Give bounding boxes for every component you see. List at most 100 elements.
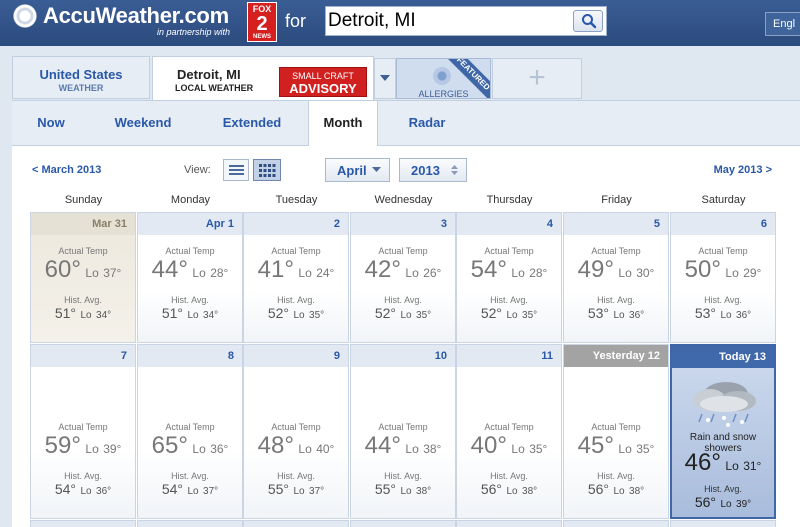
day-date: Today 13 [672, 346, 774, 368]
actual-temp-label: Actual Temp [58, 422, 108, 432]
historical-avg: 52° Lo 35° [244, 305, 348, 323]
avg-high-temp: 51° [161, 305, 183, 321]
low-label: Lo [293, 486, 305, 497]
weekday-header-row: Sunday Monday Tuesday Wednesday Thursday… [30, 194, 795, 212]
weekday-label: Sunday [64, 194, 103, 206]
tab-radar[interactable]: Radar [392, 101, 462, 145]
calendar-day-cell[interactable]: Today 13 Rain and snow showers 46° Lo 31° H… [670, 344, 776, 519]
calendar-day-cell[interactable]: 10 Actual Temp 44° Lo 38° Hist. Avg. 55° Lo … [350, 344, 456, 519]
avg-low-temp: 35° [309, 310, 325, 321]
us-title: United States [39, 67, 123, 82]
avg-high-temp: 52° [480, 305, 502, 321]
calendar-day-cell[interactable]: 19 [563, 520, 669, 527]
day-date: 11 [457, 345, 561, 367]
actual-temp: 45° Lo 35° [564, 432, 668, 460]
low-temp: 28° [529, 266, 548, 280]
allergies-tab[interactable]: ALLERGIES FEATURED [396, 58, 491, 99]
calendar-day-cell[interactable]: Mar 31 Actual Temp 60° Lo 37° Hist. Avg. 51°… [30, 212, 136, 343]
weekday-label: Saturday [701, 194, 746, 206]
calendar-day-cell[interactable]: Yesterday 12 Actual Temp 45° Lo 35° Hist. A… [563, 344, 669, 519]
tab-month[interactable]: Month [308, 100, 378, 146]
city-title: Detroit, MI [177, 67, 241, 82]
hist-avg-label: Hist. Avg. [171, 295, 209, 305]
actual-temp-label: Actual Temp [165, 246, 215, 256]
month-select[interactable]: April [325, 158, 390, 182]
year-select[interactable]: 2013 [399, 158, 467, 182]
allergies-label: ALLERGIES [418, 89, 469, 99]
low-label: Lo [613, 486, 625, 497]
tab-united-states[interactable]: United States WEATHER [12, 56, 150, 99]
historical-avg: 55° Lo 37° [244, 481, 348, 499]
search-box [325, 6, 607, 36]
tab-now[interactable]: Now [12, 101, 90, 145]
grid-view-button[interactable] [253, 159, 281, 181]
fox2-logo[interactable]: FOX 2 NEWS [247, 2, 277, 42]
calendar-day-cell[interactable]: 4 Actual Temp 54° Lo 28° Hist. Avg. 52° Lo 3… [456, 212, 562, 343]
actual-temp: 40° Lo 35° [457, 432, 561, 460]
calendar-day-cell[interactable]: Apr 1 Actual Temp 44° Lo 28° Hist. Avg. 51° … [137, 212, 243, 343]
calendar-day-cell[interactable]: 18 [456, 520, 562, 527]
day-date: 6 [671, 213, 775, 235]
calendar-day-cell[interactable]: 11 Actual Temp 40° Lo 35° Hist. Avg. 56° Lo … [456, 344, 562, 519]
calendar-day-cell[interactable]: 8 Actual Temp 65° Lo 36° Hist. Avg. 54° Lo 3… [137, 344, 243, 519]
actual-temp: 60° Lo 37° [31, 256, 135, 284]
calendar-day-cell[interactable]: 2 Actual Temp 41° Lo 24° Hist. Avg. 52° Lo 3… [243, 212, 349, 343]
actual-temp: 59° Lo 39° [31, 432, 135, 460]
small-craft-advisory-badge[interactable]: SMALL CRAFT ADVISORY [279, 67, 367, 97]
actual-temp: 44° Lo 38° [351, 432, 455, 460]
day-date: 9 [244, 345, 348, 367]
language-selector[interactable]: Engl [765, 12, 800, 36]
actual-temp: 65° Lo 36° [138, 432, 242, 460]
low-label: Lo [293, 310, 305, 321]
location-dropdown-button[interactable] [374, 58, 396, 99]
tab-weekend[interactable]: Weekend [94, 101, 192, 145]
day-date: Apr 1 [138, 213, 242, 235]
hist-avg-label: Hist. Avg. [64, 471, 102, 481]
avg-low-temp: 38° [416, 486, 432, 497]
day-date: 7 [31, 345, 135, 367]
low-label: Lo [298, 442, 312, 456]
hist-avg-label: Hist. Avg. [704, 295, 742, 305]
actual-temp-label: Actual Temp [484, 422, 534, 432]
logo-text: AccuWeather.com [43, 3, 229, 28]
fox-number: 2 [256, 13, 268, 35]
avg-low-temp: 38° [629, 486, 645, 497]
next-month-link[interactable]: May 2013 > [714, 164, 772, 176]
day-date: 8 [138, 345, 242, 367]
calendar-day-cell[interactable]: 17 [350, 520, 456, 527]
search-button[interactable] [573, 10, 603, 32]
avg-low-temp: 36° [629, 310, 645, 321]
day-date: 20 [671, 521, 775, 527]
historical-avg: 54° Lo 37° [138, 481, 242, 499]
accuweather-logo[interactable]: AccuWeather.com [12, 3, 229, 29]
calendar-day-cell[interactable]: 14 [30, 520, 136, 527]
low-label: Lo [618, 442, 632, 456]
calendar-day-cell[interactable]: 16 [243, 520, 349, 527]
advisory-top: SMALL CRAFT [292, 71, 354, 81]
calendar-day-cell[interactable]: 3 Actual Temp 42° Lo 26° Hist. Avg. 52° Lo 3… [350, 212, 456, 343]
calendar-day-cell[interactable]: 5 Actual Temp 49° Lo 30° Hist. Avg. 53° Lo 3… [563, 212, 669, 343]
tab-detroit[interactable]: Detroit, MI LOCAL WEATHER SMALL CRAFT AD… [152, 56, 374, 100]
avg-high-temp: 53° [694, 305, 716, 321]
day-date: 16 [244, 521, 348, 527]
tab-extended[interactable]: Extended [202, 101, 302, 145]
day-date: 2 [244, 213, 348, 235]
add-location-button[interactable]: + [492, 58, 582, 99]
actual-temp-label: Actual Temp [378, 422, 428, 432]
historical-avg: 54° Lo 36° [31, 481, 135, 499]
previous-month-link[interactable]: < March 2013 [32, 164, 101, 176]
calendar-day-cell[interactable]: 6 Actual Temp 50° Lo 29° Hist. Avg. 53° Lo 3… [670, 212, 776, 343]
low-label: Lo [511, 266, 525, 280]
location-search-input[interactable] [328, 8, 568, 34]
list-view-button[interactable] [223, 159, 249, 181]
calendar-day-cell[interactable]: 20 [670, 520, 776, 527]
high-temp: 49° [577, 256, 614, 283]
low-temp: 28° [210, 266, 229, 280]
calendar-day-cell[interactable]: 7 Actual Temp 59° Lo 39° Hist. Avg. 54° Lo 3… [30, 344, 136, 519]
calendar-day-cell[interactable]: 9 Actual Temp 48° Lo 40° Hist. Avg. 55° Lo 3… [243, 344, 349, 519]
calendar-day-cell[interactable]: 15 [137, 520, 243, 527]
actual-temp: 49° Lo 30° [564, 256, 668, 284]
high-temp: 46° [684, 449, 721, 476]
actual-temp: 44° Lo 28° [138, 256, 242, 284]
actual-temp: 41° Lo 24° [244, 256, 348, 284]
